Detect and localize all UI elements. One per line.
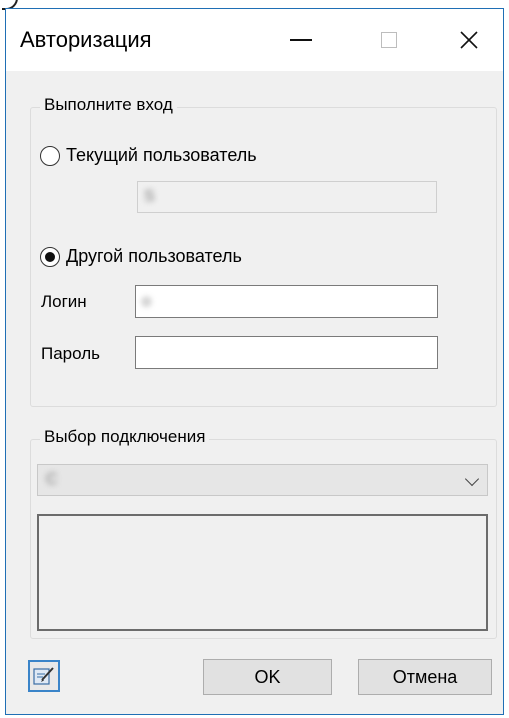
edit-connection-icon — [33, 667, 54, 685]
close-icon — [460, 31, 478, 49]
current-user-option[interactable]: Текущий пользователь — [40, 145, 257, 166]
cancel-button[interactable]: Отмена — [358, 659, 492, 695]
auth-dialog: Авторизация Выполните вход Текущий польз… — [5, 8, 504, 715]
minimize-button[interactable] — [270, 9, 332, 71]
connection-info-box — [37, 514, 488, 631]
title-bar[interactable]: Авторизация — [6, 9, 503, 71]
minimize-icon — [290, 39, 312, 41]
chevron-down-icon[interactable] — [464, 471, 480, 487]
current-user-radio[interactable] — [40, 145, 60, 166]
other-user-label: Другой пользователь — [66, 246, 242, 266]
window-title: Авторизация — [20, 27, 152, 52]
connection-selected-value: C — [46, 471, 58, 488]
radio-selected-dot — [45, 251, 55, 262]
current-user-field: S — [137, 181, 437, 213]
maximize-icon — [381, 32, 397, 48]
ok-button[interactable]: OK — [203, 659, 332, 695]
other-user-option[interactable]: Другой пользователь — [40, 246, 242, 267]
connection-group-title: Выбор подключения — [40, 427, 210, 447]
maximize-button — [358, 9, 420, 71]
close-button[interactable] — [438, 9, 500, 71]
login-label: Логин — [41, 292, 87, 311]
other-user-radio[interactable] — [40, 246, 60, 267]
current-user-value: S — [144, 188, 155, 205]
login-input[interactable]: o — [135, 285, 438, 318]
password-label: Пароль — [41, 344, 100, 363]
password-input[interactable] — [135, 336, 438, 369]
current-user-label: Текущий пользователь — [66, 145, 257, 165]
connection-select[interactable]: C — [37, 464, 488, 496]
edit-connection-button[interactable] — [28, 660, 60, 692]
login-value: o — [142, 292, 151, 310]
login-group-title: Выполните вход — [40, 95, 177, 115]
